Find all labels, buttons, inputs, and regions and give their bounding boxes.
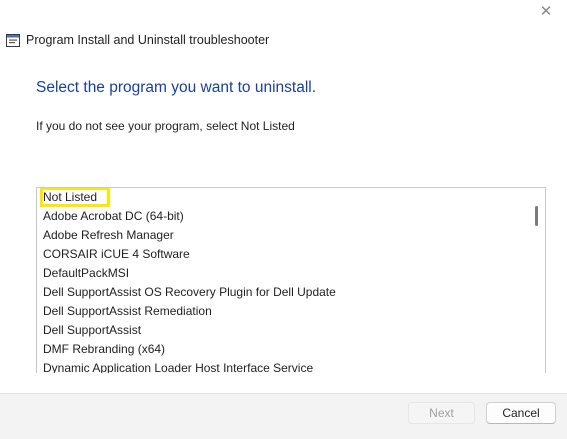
program-list-item-label: Adobe Refresh Manager <box>43 228 174 242</box>
program-list[interactable]: Not Listed Adobe Acrobat DC (64-bit) Adobe… <box>36 187 546 373</box>
program-list-item[interactable]: DMF Rebranding (x64) <box>37 340 529 359</box>
program-list-item-label: Not Listed <box>39 188 111 207</box>
close-button[interactable]: ✕ <box>533 0 559 22</box>
program-list-item-label: DMF Rebranding (x64) <box>43 342 166 356</box>
program-list-item-label: Dynamic Application Loader Host Interfac… <box>43 361 314 373</box>
window-title: Program Install and Uninstall troublesho… <box>26 33 270 47</box>
program-list-item-label: Adobe Acrobat DC (64-bit) <box>43 209 184 223</box>
scrollbar-thumb[interactable] <box>535 206 538 226</box>
program-list-item[interactable]: CORSAIR iCUE 4 Software <box>37 245 529 264</box>
program-list-item[interactable]: Dynamic Application Loader Host Interfac… <box>37 359 529 373</box>
program-list-item[interactable]: Adobe Acrobat DC (64-bit) <box>37 207 529 226</box>
troubleshooter-window: ✕ Program Install and Uninstall troubles… <box>0 0 567 439</box>
dialog-footer: Next Cancel <box>0 393 567 439</box>
close-icon: ✕ <box>539 3 553 20</box>
program-list-item[interactable]: Dell SupportAssist OS Recovery Plugin fo… <box>37 283 529 302</box>
program-list-item[interactable]: Not Listed <box>37 188 529 207</box>
page-heading: Select the program you want to uninstall… <box>36 79 317 96</box>
program-list-item[interactable]: Adobe Refresh Manager <box>37 226 529 245</box>
program-list-item[interactable]: DefaultPackMSI <box>37 264 529 283</box>
instruction-text: If you do not see your program, select N… <box>36 119 295 133</box>
program-list-items: Not Listed Adobe Acrobat DC (64-bit) Adobe… <box>37 188 529 373</box>
program-list-item[interactable]: Dell SupportAssist Remediation <box>37 302 529 321</box>
program-list-item[interactable]: Dell SupportAssist <box>37 321 529 340</box>
list-scrollbar[interactable] <box>529 188 545 373</box>
program-list-item-label: Dell SupportAssist OS Recovery Plugin fo… <box>43 285 336 299</box>
next-button[interactable]: Next <box>408 402 475 424</box>
window-title-bar: Program Install and Uninstall troublesho… <box>6 31 269 49</box>
troubleshooter-window-icon <box>6 33 20 47</box>
cancel-button[interactable]: Cancel <box>486 402 556 424</box>
program-list-item-label: Dell SupportAssist <box>43 323 142 337</box>
program-list-item-label: DefaultPackMSI <box>43 266 130 280</box>
program-list-item-label: CORSAIR iCUE 4 Software <box>43 247 190 261</box>
program-list-item-label: Dell SupportAssist Remediation <box>43 304 212 318</box>
